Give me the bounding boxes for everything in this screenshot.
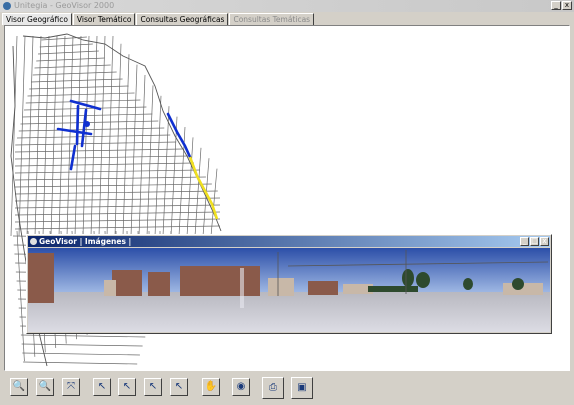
photo-button[interactable]: ▣ xyxy=(291,377,313,399)
pan-button[interactable]: ✋ xyxy=(202,378,220,396)
select-area-icon: ↖ xyxy=(122,381,132,392)
tab-visor-tematico[interactable]: Visor Temático xyxy=(72,13,136,25)
globe-icon: ◉ xyxy=(236,381,246,392)
identify-button[interactable]: ↖ xyxy=(170,378,188,396)
zoom-in-icon: 🔍 xyxy=(12,381,26,392)
identify-pointer-icon: ↖ xyxy=(174,381,184,392)
printer-icon: ⎙ xyxy=(269,382,277,393)
location-marker[interactable] xyxy=(84,121,90,127)
select-street-button[interactable]: ↖ xyxy=(144,378,162,396)
route-segment xyxy=(69,99,102,111)
route-segment xyxy=(75,104,80,146)
image-viewer-window[interactable]: GeoVisor | Imágenes | _ □ x xyxy=(26,234,552,334)
tab-consultas-geograficas[interactable]: Consultas Geográficas xyxy=(136,13,229,25)
app-icon xyxy=(3,2,11,10)
select-street-icon: ↖ xyxy=(148,381,158,392)
print-button[interactable]: ⎙ xyxy=(262,377,284,399)
zoom-window-icon: ⤧ xyxy=(67,381,75,392)
select-pointer-icon: ↖ xyxy=(97,381,107,392)
minimize-button[interactable]: _ xyxy=(551,1,561,10)
zoom-out-icon: 🔍 xyxy=(38,381,52,392)
title-bar: Unitegia - GeoVisor 2000 _ x xyxy=(0,0,574,12)
toolbar: 🔍 🔍 ⤧ ↖ ↖ ↖ ↖ ✋ ◉ ⎙ ▣ xyxy=(0,372,574,405)
camera-icon: ▣ xyxy=(297,382,307,393)
tab-visor-geografico[interactable]: Visor Geográfico xyxy=(2,13,72,25)
globe-button[interactable]: ◉ xyxy=(232,378,250,396)
image-viewer-close-button[interactable]: x xyxy=(540,237,549,246)
select-area-button[interactable]: ↖ xyxy=(118,378,136,396)
hand-icon: ✋ xyxy=(204,381,218,392)
route-segment xyxy=(166,112,192,159)
window-title: Unitegia - GeoVisor 2000 xyxy=(14,1,115,10)
globe-icon xyxy=(30,238,37,245)
image-viewer-maximize-button[interactable]: □ xyxy=(530,237,539,246)
tab-consultas-tematicas: Consultas Temáticas xyxy=(229,13,315,25)
image-viewer-title-bar[interactable]: GeoVisor | Imágenes | _ □ x xyxy=(28,236,550,247)
panorama-photo xyxy=(28,248,550,332)
zoom-out-button[interactable]: 🔍 xyxy=(36,378,54,396)
close-button[interactable]: x xyxy=(562,1,572,10)
image-viewer-title: GeoVisor | Imágenes | xyxy=(39,237,132,246)
route-segment xyxy=(69,144,77,171)
image-viewer-minimize-button[interactable]: _ xyxy=(520,237,529,246)
zoom-window-button[interactable]: ⤧ xyxy=(62,378,80,396)
tab-bar: Visor Geográfico Visor Temático Consulta… xyxy=(2,13,315,25)
select-point-button[interactable]: ↖ xyxy=(93,378,111,396)
zoom-in-button[interactable]: 🔍 xyxy=(10,378,28,396)
selected-street-segment xyxy=(188,156,219,220)
